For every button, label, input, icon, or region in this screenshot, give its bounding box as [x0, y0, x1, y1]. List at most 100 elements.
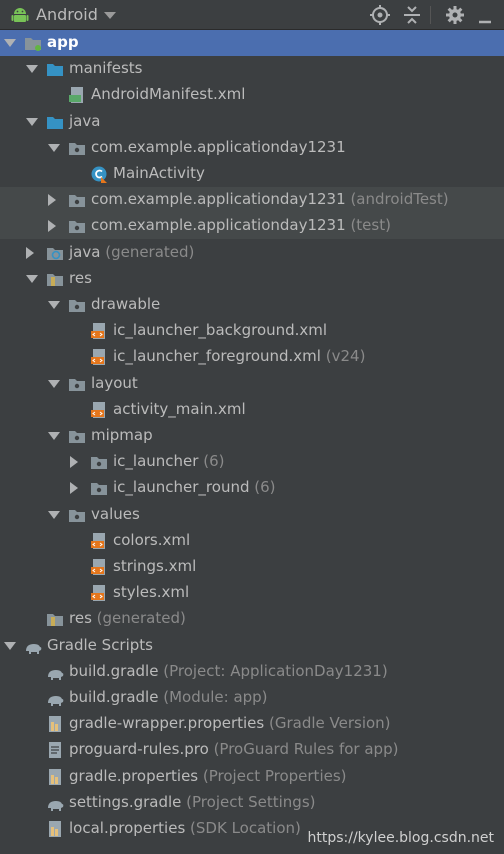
text-file-icon [49, 742, 61, 758]
tree-row[interactable]: ic_launcher_foreground.xml (v24) [0, 344, 504, 370]
tree-item-label: ic_launcher_foreground.xml (v24) [113, 347, 365, 365]
tree-item-label: local.properties (SDK Location) [69, 819, 301, 837]
tree-row[interactable]: manifests [0, 56, 504, 82]
tree-item-name: strings.xml [113, 557, 197, 575]
xml-file-icon [91, 559, 105, 575]
tree-row[interactable]: activity_main.xml [0, 397, 504, 423]
tree-item-label: activity_main.xml [113, 400, 246, 418]
tree-row[interactable]: ic_launcher_background.xml [0, 318, 504, 344]
collapse-arrow-icon[interactable] [70, 482, 78, 494]
hide-icon[interactable] [474, 4, 496, 26]
xml-file-icon [91, 533, 105, 549]
tree-row[interactable]: gradle.properties (Project Properties) [0, 764, 504, 790]
tree-row[interactable]: gradle-wrapper.properties (Gradle Versio… [0, 711, 504, 737]
tree-row[interactable]: values [0, 502, 504, 528]
locate-icon[interactable] [369, 4, 391, 26]
tree-row[interactable]: java (generated) [0, 240, 504, 266]
tree-item-name: ic_launcher_foreground.xml [113, 347, 321, 365]
tree-row[interactable]: strings.xml [0, 554, 504, 580]
expand-arrow-icon[interactable] [26, 65, 38, 73]
tree-item-name: build.gradle [69, 662, 159, 680]
gradle-icon [48, 670, 64, 680]
tree-row[interactable]: colors.xml [0, 528, 504, 554]
manifest-file-icon [69, 87, 83, 103]
tree-row[interactable]: res [0, 266, 504, 292]
tree-item-hint: (v24) [325, 347, 366, 365]
collapse-arrow-icon[interactable] [48, 220, 56, 232]
properties-file-icon [49, 769, 61, 785]
tree-item-hint: (SDK Location) [190, 819, 301, 837]
expand-arrow-icon[interactable] [26, 118, 38, 126]
tree-item-label: layout [91, 374, 138, 392]
tree-row[interactable]: res (generated) [0, 606, 504, 632]
expand-arrow-icon[interactable] [4, 39, 16, 47]
watermark: https://kylee.blog.csdn.net [307, 830, 495, 846]
collapse-arrow-icon[interactable] [26, 247, 34, 259]
expand-arrow-icon[interactable] [4, 642, 16, 650]
tree-item-name: activity_main.xml [113, 400, 246, 418]
tree-row[interactable]: styles.xml [0, 580, 504, 606]
xml-file-icon [91, 323, 105, 339]
project-toolbar: Android [0, 0, 504, 30]
res-folder-icon [47, 274, 63, 286]
tree-item-label: java [69, 112, 100, 130]
tree-row[interactable]: proguard-rules.pro (ProGuard Rules for a… [0, 737, 504, 763]
tree-row[interactable]: build.gradle (Project: ApplicationDay123… [0, 659, 504, 685]
tree-item-label: res [69, 269, 92, 287]
gear-icon[interactable] [444, 4, 466, 26]
tree-item-label: values [91, 505, 140, 523]
expand-arrow-icon[interactable] [48, 380, 60, 388]
tree-item-hint: (6) [203, 452, 225, 470]
tree-item-name: res [69, 269, 92, 287]
tree-row[interactable]: AndroidManifest.xml [0, 82, 504, 108]
collapse-arrow-icon[interactable] [48, 194, 56, 206]
tree-row[interactable]: build.gradle (Module: app) [0, 685, 504, 711]
tree-row[interactable]: layout [0, 371, 504, 397]
tree-item-name: Gradle Scripts [47, 636, 153, 654]
tree-item-label: mipmap [91, 426, 153, 444]
tree-item-name: layout [91, 374, 138, 392]
collapse-icon[interactable] [401, 4, 423, 26]
tree-item-name: ic_launcher_background.xml [113, 321, 328, 339]
view-selector-label[interactable]: Android [36, 5, 98, 24]
tree-item-label: res (generated) [69, 609, 186, 627]
tree-row[interactable]: com.example.applicationday1231 (test) [0, 213, 504, 239]
tree-item-name: com.example.applicationday1231 [91, 216, 346, 234]
tree-row[interactable]: com.example.applicationday1231 (androidT… [0, 187, 504, 213]
tree-row[interactable]: ic_launcher_round (6) [0, 475, 504, 501]
chevron-down-icon[interactable] [104, 12, 116, 19]
tree-item-label: ic_launcher_round (6) [113, 478, 276, 496]
tree-row[interactable]: app [0, 30, 504, 56]
collapse-arrow-icon[interactable] [70, 456, 78, 468]
tree-row[interactable]: java [0, 109, 504, 135]
tree-row[interactable]: drawable [0, 292, 504, 318]
tree-item-name: java [69, 112, 101, 130]
package-icon [69, 379, 85, 391]
tree-row[interactable]: com.example.applicationday1231 [0, 135, 504, 161]
xml-file-icon [91, 349, 105, 365]
tree-item-name: styles.xml [113, 583, 190, 601]
tree-row[interactable]: settings.gradle (Project Settings) [0, 790, 504, 816]
xml-file-icon [91, 402, 105, 418]
tree-item-name: gradle-wrapper.properties [69, 714, 265, 732]
tree-item-label: ic_launcher_background.xml [113, 321, 327, 339]
tree-row[interactable]: ic_launcher (6) [0, 449, 504, 475]
tree-item-label: com.example.applicationday1231 (test) [91, 216, 391, 234]
expand-arrow-icon[interactable] [48, 432, 60, 440]
tree-item-name: mipmap [91, 426, 153, 444]
folder-blue-icon [47, 117, 63, 129]
tree-item-name: drawable [91, 295, 161, 313]
expand-arrow-icon[interactable] [26, 275, 38, 283]
expand-arrow-icon[interactable] [48, 144, 60, 152]
tree-item-name: java [69, 243, 101, 261]
tree-row[interactable]: Gradle Scripts [0, 633, 504, 659]
tree-item-name: gradle.properties [69, 767, 199, 785]
tree-item-label: MainActivity [113, 164, 205, 182]
expand-arrow-icon[interactable] [48, 511, 60, 519]
expand-arrow-icon[interactable] [48, 301, 60, 309]
tree-item-name: build.gradle [69, 688, 159, 706]
gradle-icon [26, 644, 42, 654]
tree-item-hint: (test) [350, 216, 391, 234]
tree-row[interactable]: mipmap [0, 423, 504, 449]
tree-row[interactable]: MainActivity [0, 161, 504, 187]
